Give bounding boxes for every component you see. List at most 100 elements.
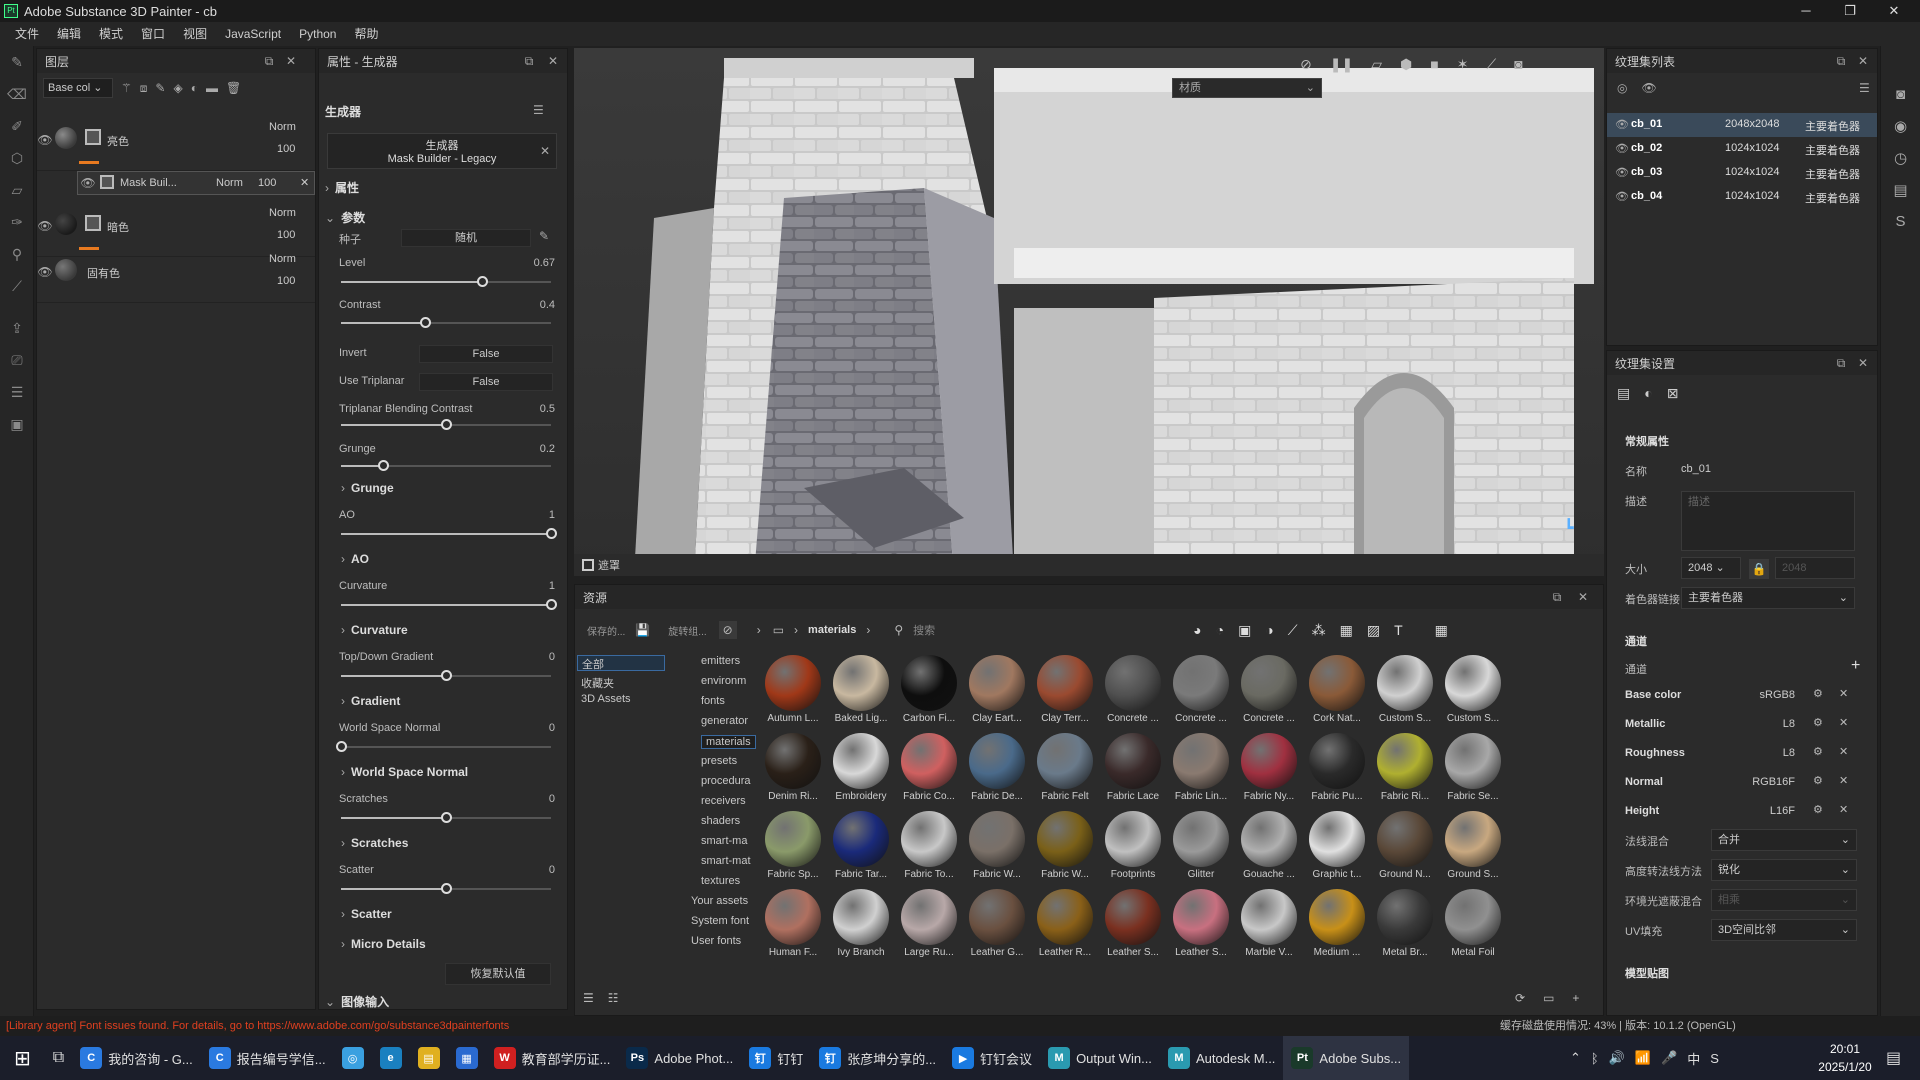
material-item[interactable]: Cork Nat...	[1305, 651, 1369, 729]
material-item[interactable]: Fabric W...	[965, 807, 1029, 885]
float-panel-icon[interactable]: ⧉	[1833, 355, 1849, 371]
antivirus-icon[interactable]: S	[1710, 1051, 1719, 1066]
saved-search[interactable]: 保存的...	[587, 623, 625, 638]
uv-tab-icon[interactable]: ⊠	[1667, 385, 1679, 402]
height-normal-select[interactable]: 锐化 ⌄	[1711, 859, 1857, 881]
layer-row[interactable]: 👁 固有色 Norm 100	[37, 245, 315, 303]
grid-view-icon[interactable]: ▦	[1435, 622, 1448, 639]
frame-icon[interactable]: ▱	[1371, 56, 1382, 73]
settings-tab-icon[interactable]: ▤	[1617, 385, 1630, 402]
seed-field[interactable]: 随机	[401, 229, 531, 247]
taskbar-app[interactable]: M Autodesk M...	[1160, 1036, 1283, 1080]
particle-filter-icon[interactable]: ⁂	[1312, 622, 1326, 639]
cube-icon[interactable]: ⬢	[1400, 56, 1412, 73]
material-item[interactable]: Leather R...	[1033, 885, 1097, 963]
folder-item[interactable]: textures	[701, 875, 740, 887]
history-icon[interactable]: ◷	[1894, 149, 1907, 167]
material-item[interactable]: Leather S...	[1169, 885, 1233, 963]
add-effect-icon[interactable]: ⚚	[121, 81, 132, 95]
material-item[interactable]: Footprints	[1101, 807, 1165, 885]
slider-knob[interactable]	[546, 599, 557, 610]
close-icon[interactable]: ✕	[1839, 745, 1848, 758]
clock[interactable]: 20:01 2025/1/20	[1810, 1040, 1880, 1076]
paint-brush-icon[interactable]: ✎	[0, 46, 34, 78]
delete-layer-icon[interactable]: 🗑	[226, 81, 241, 95]
chevron-up-icon[interactable]: ⌃	[1570, 1050, 1581, 1066]
breadcrumb-materials[interactable]: materials	[808, 624, 856, 636]
taskbar-app[interactable]: ▦	[448, 1036, 486, 1080]
material-item[interactable]: Marble V...	[1237, 885, 1301, 963]
layer-opacity[interactable]: 100	[277, 229, 295, 241]
hide-icon[interactable]: ⊘	[1300, 56, 1312, 73]
close-panel-icon[interactable]: ✕	[283, 53, 299, 69]
taskbar-app[interactable]: C 我的咨询 - G...	[72, 1036, 201, 1080]
taskbar-app[interactable]: Pt Adobe Subs...	[1283, 1036, 1410, 1080]
material-item[interactable]: Fabric Pu...	[1305, 729, 1369, 807]
eye-icon[interactable]: 👁	[1615, 118, 1629, 131]
taskbar-app[interactable]: ▤	[410, 1036, 448, 1080]
material-item[interactable]: Embroidery	[829, 729, 893, 807]
menu-view[interactable]: 视图	[174, 22, 216, 46]
polygon-fill-icon[interactable]: ▱	[0, 174, 34, 206]
slider-knob[interactable]	[378, 460, 389, 471]
menu-file[interactable]: 文件	[6, 22, 48, 46]
micro-details-section[interactable]: › Micro Details	[341, 937, 426, 951]
channel-select[interactable]: Base col ⌄	[43, 78, 113, 98]
close-panel-icon[interactable]: ✕	[1855, 53, 1871, 69]
channel-format[interactable]: L8	[1735, 718, 1795, 730]
slider-knob[interactable]	[336, 741, 347, 752]
folder-item[interactable]: User fonts	[691, 935, 741, 947]
gear-icon[interactable]: ⚙	[1813, 716, 1823, 729]
folder-item[interactable]: presets	[701, 755, 737, 767]
screenshot-icon[interactable]: ◙	[1514, 56, 1522, 73]
material-item[interactable]: Ground S...	[1441, 807, 1505, 885]
material-item[interactable]: Fabric Lace	[1101, 729, 1165, 807]
taskbar-app[interactable]: C 报告编号学信...	[201, 1036, 334, 1080]
close-icon[interactable]: ✕	[1839, 716, 1848, 729]
close-window-button[interactable]: ✕	[1872, 0, 1916, 22]
folder-item[interactable]: environm	[701, 675, 746, 687]
layer-opacity[interactable]: 100	[258, 177, 276, 189]
uv-padding-select[interactable]: 3D空间比邻 ⌄	[1711, 919, 1857, 941]
folder-item[interactable]: receivers	[701, 795, 746, 807]
add-folder-icon[interactable]: ▬	[206, 81, 218, 95]
add-channel-icon[interactable]: +	[1851, 657, 1860, 675]
texture-set-row[interactable]: 👁 cb_04 1024x1024 主要着色器	[1607, 185, 1877, 209]
camera-icon[interactable]: ■	[1430, 56, 1438, 73]
filter-label[interactable]: 旋转组...	[668, 623, 706, 638]
smart-material-filter-icon[interactable]: ◔	[1216, 622, 1224, 639]
material-item[interactable]: Graphic t...	[1305, 807, 1369, 885]
environment-filter-icon[interactable]: ▨	[1367, 622, 1380, 639]
material-item[interactable]: Fabric To...	[897, 807, 961, 885]
texture-set-row[interactable]: 👁 cb_01 2048x2048 主要着色器	[1607, 113, 1877, 137]
image-input-section[interactable]: ⌄ 图像输入	[325, 993, 389, 1010]
smudge-icon[interactable]: ✑	[0, 206, 34, 238]
gear-icon[interactable]: ⚙	[1813, 745, 1823, 758]
channel-format[interactable]: L16F	[1735, 805, 1795, 817]
folder-item[interactable]: smart-ma	[701, 835, 747, 847]
curvature-section[interactable]: › Curvature	[341, 623, 408, 637]
search-input[interactable]: 搜索	[913, 622, 1193, 638]
brush-icon[interactable]: ⟋	[1486, 56, 1496, 73]
lock-icon[interactable]: 🔒	[1749, 559, 1769, 579]
blend-mode[interactable]: Norm	[269, 207, 296, 219]
material-item[interactable]: Autumn L...	[761, 651, 825, 729]
channel-format[interactable]: RGB16F	[1735, 776, 1795, 788]
material-item[interactable]: Medium ...	[1305, 885, 1369, 963]
taskbar-app[interactable]: ◎	[334, 1036, 372, 1080]
geometry-mask-icon[interactable]: ⬡	[0, 142, 34, 174]
folder-item[interactable]: Your assets	[691, 895, 748, 907]
clone-icon[interactable]: ⚲	[0, 238, 34, 270]
eye-icon[interactable]: 👁	[1615, 166, 1629, 179]
material-item[interactable]: Clay Eart...	[965, 651, 1029, 729]
slider-knob[interactable]	[441, 812, 452, 823]
menu-edit[interactable]: 编辑	[48, 22, 90, 46]
menu-icon[interactable]: ☰	[1859, 81, 1870, 95]
menu-help[interactable]: 帮助	[345, 22, 387, 46]
float-panel-icon[interactable]: ⧉	[261, 53, 277, 69]
list-view-icon[interactable]: ☰	[583, 991, 594, 1005]
material-item[interactable]: Clay Terr...	[1033, 651, 1097, 729]
eye-icon[interactable]: 👁	[1615, 190, 1629, 203]
scatter-section[interactable]: › Scatter	[341, 907, 392, 921]
ao-slider[interactable]	[341, 528, 557, 539]
